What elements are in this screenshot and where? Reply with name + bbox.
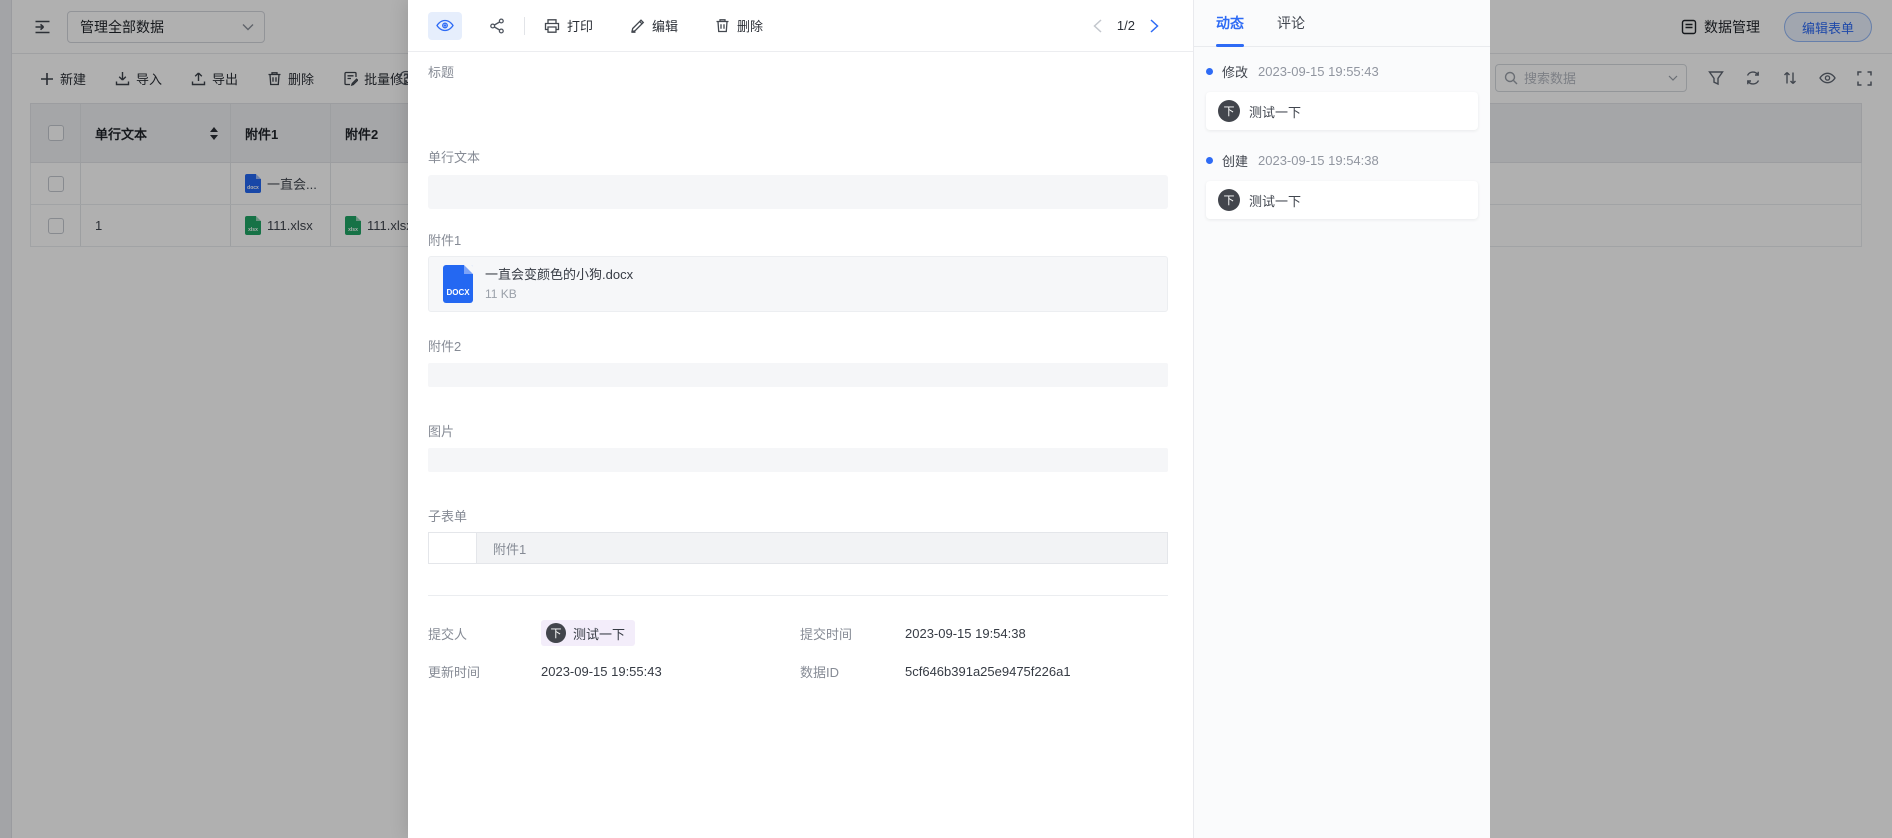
- submitter-name: 测试一下: [573, 624, 625, 643]
- field-value-file2-empty: [428, 363, 1168, 387]
- activity-event: 创建 2023-09-15 19:54:38 下 测试一下: [1206, 152, 1478, 219]
- field-label-subform: 子表单: [428, 509, 1168, 524]
- activity-event: 修改 2023-09-15 19:55:43 下 测试一下: [1206, 63, 1478, 130]
- event-header: 修改 2023-09-15 19:55:43: [1206, 63, 1478, 79]
- tab-activity[interactable]: 动态: [1216, 0, 1244, 46]
- timeline-dot: [1206, 68, 1213, 75]
- field-value-text-empty: [428, 175, 1168, 209]
- record-pager: 1/2: [1093, 18, 1159, 33]
- panel-tabs: 动态 评论: [1194, 0, 1490, 47]
- field-label-image: 图片: [428, 424, 1168, 439]
- field-label-file2: 附件2: [428, 339, 1168, 354]
- event-user-name: 测试一下: [1249, 102, 1301, 121]
- submitter-label: 提交人: [428, 624, 541, 643]
- event-header: 创建 2023-09-15 19:54:38: [1206, 152, 1478, 168]
- pencil-icon: [630, 18, 645, 33]
- event-user-card[interactable]: 下 测试一下: [1206, 181, 1478, 219]
- record-detail-modal: 打印 编辑 删除: [408, 0, 1193, 838]
- tab-comments[interactable]: 评论: [1277, 0, 1305, 46]
- trash-icon: [715, 18, 730, 33]
- delete-record-button[interactable]: 删除: [715, 16, 763, 35]
- edit-record-button[interactable]: 编辑: [630, 16, 678, 35]
- event-action: 创建: [1222, 151, 1248, 170]
- event-action: 修改: [1222, 62, 1248, 81]
- subform-column-header: 附件1: [477, 533, 1167, 563]
- field-value-image-empty: [428, 448, 1168, 472]
- print-label: 打印: [567, 16, 593, 35]
- field-label-text: 单行文本: [428, 150, 1168, 165]
- subform-table: 附件1: [428, 532, 1168, 564]
- field-label-file1: 附件1: [428, 233, 1168, 248]
- data-id-value: 5cf646b391a25e9475f226a1: [905, 664, 1168, 679]
- submitter-value: 下 测试一下: [541, 620, 800, 646]
- timeline-dot: [1206, 157, 1213, 164]
- attachment-card[interactable]: DOCX 一直会变颜色的小狗.docx 11 KB: [428, 256, 1168, 312]
- field-value-title-empty: [428, 80, 1168, 150]
- section-divider: [428, 595, 1168, 596]
- avatar: 下: [1218, 100, 1240, 122]
- event-time: 2023-09-15 19:55:43: [1258, 64, 1379, 79]
- subform-index-cell: [429, 533, 477, 563]
- submit-time-label: 提交时间: [800, 624, 905, 643]
- attachment-info: 一直会变颜色的小狗.docx 11 KB: [485, 267, 633, 301]
- meta-row: 提交人 下 测试一下 提交时间 2023-09-15 19:54:38: [428, 618, 1168, 648]
- next-record-icon[interactable]: [1150, 19, 1159, 33]
- submit-time-value: 2023-09-15 19:54:38: [905, 626, 1168, 641]
- avatar: 下: [1218, 189, 1240, 211]
- file-icon-ext: DOCX: [446, 288, 469, 297]
- avatar: 下: [546, 623, 566, 643]
- meta-row: 更新时间 2023-09-15 19:55:43 数据ID 5cf646b391…: [428, 656, 1168, 686]
- submitter-pill[interactable]: 下 测试一下: [541, 620, 635, 646]
- activity-panel: 动态 评论 修改 2023-09-15 19:55:43 下 测试一下 创建: [1193, 0, 1490, 838]
- edit-record-label: 编辑: [652, 16, 678, 35]
- modal-body: 标题 单行文本 附件1 DOCX 一直会变颜色的小狗.docx 11 KB 附件…: [408, 65, 1193, 686]
- field-label-title: 标题: [428, 65, 1168, 80]
- pager-position: 1/2: [1117, 18, 1135, 33]
- activity-timeline: 修改 2023-09-15 19:55:43 下 测试一下 创建 2023-09…: [1194, 47, 1490, 219]
- update-time-value: 2023-09-15 19:55:43: [541, 664, 800, 679]
- update-time-label: 更新时间: [428, 662, 541, 681]
- modal-header: 打印 编辑 删除: [408, 0, 1193, 52]
- print-button[interactable]: 打印: [544, 16, 593, 35]
- record-meta: 提交人 下 测试一下 提交时间 2023-09-15 19:54:38 更新时间…: [428, 618, 1168, 686]
- delete-record-label: 删除: [737, 16, 763, 35]
- event-time: 2023-09-15 19:54:38: [1258, 153, 1379, 168]
- print-icon: [544, 18, 560, 34]
- attachment-name: 一直会变颜色的小狗.docx: [485, 267, 633, 282]
- data-id-label: 数据ID: [800, 662, 905, 681]
- event-user-card[interactable]: 下 测试一下: [1206, 92, 1478, 130]
- prev-record-icon[interactable]: [1093, 19, 1102, 33]
- docx-file-icon: DOCX: [443, 265, 473, 303]
- share-icon[interactable]: [489, 18, 505, 34]
- event-user-name: 测试一下: [1249, 191, 1301, 210]
- app-screen: 管理全部数据 数据管理 编辑表单: [0, 0, 1892, 838]
- attachment-size: 11 KB: [485, 287, 633, 301]
- view-mode-button[interactable]: [428, 12, 462, 40]
- header-divider: [524, 17, 525, 35]
